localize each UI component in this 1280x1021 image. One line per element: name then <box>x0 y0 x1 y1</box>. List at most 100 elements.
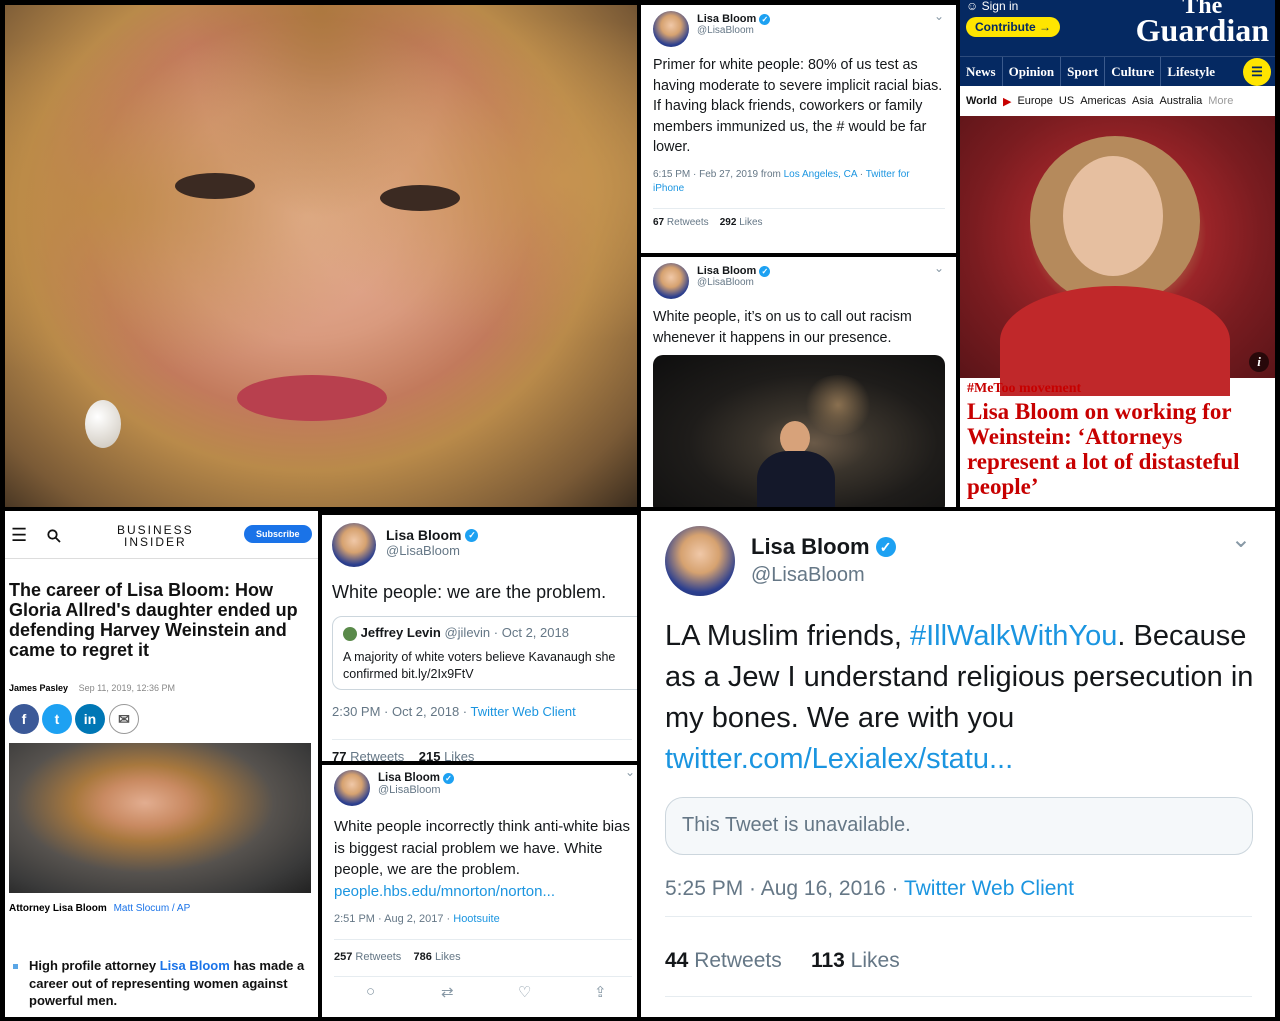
email-share-icon[interactable]: ✉ <box>109 704 139 734</box>
contribute-button[interactable]: Contribute → <box>966 17 1060 37</box>
avatar[interactable] <box>332 523 376 567</box>
subnav-us[interactable]: US <box>1059 95 1074 107</box>
lisa-bloom-link[interactable]: Lisa Bloom <box>160 958 230 973</box>
tweet-muslim-friends: Lisa Bloom ✓ @LisaBloom ⌄ LA Muslim frie… <box>641 511 1275 1017</box>
quoted-tweet[interactable]: Jeffrey Levin @jilevin · Oct 2, 2018 A m… <box>332 616 637 690</box>
quoted-name[interactable]: Jeffrey Levin <box>361 625 441 640</box>
display-name[interactable]: Lisa Bloom <box>751 534 870 560</box>
like-count[interactable]: 113 <box>811 949 845 972</box>
article-photo <box>9 743 311 893</box>
subnav-world[interactable]: World <box>966 95 997 107</box>
article-kicker[interactable]: #MeToo movement <box>967 381 1081 397</box>
like-count[interactable]: 215 <box>419 749 441 761</box>
article-headline: The career of Lisa Bloom: How Gloria All… <box>9 580 298 660</box>
divider-2 <box>665 996 1252 997</box>
display-name[interactable]: Lisa Bloom <box>697 13 756 25</box>
hashtag-link[interactable]: #IllWalkWithYou <box>910 620 1117 652</box>
like-count[interactable]: 292 <box>720 217 737 228</box>
nav-opinion[interactable]: Opinion <box>1003 57 1062 87</box>
hamburger-menu-icon[interactable]: ☰ <box>11 525 27 546</box>
subscribe-button[interactable]: Subscribe <box>244 525 312 543</box>
article-summary: High profile attorney Lisa Bloom has mad… <box>29 958 305 1008</box>
subnav-asia[interactable]: Asia <box>1132 95 1153 107</box>
handle[interactable]: @LisaBloom <box>697 277 770 288</box>
retweets-label: Retweets <box>666 217 709 228</box>
client-link[interactable]: Twitter Web Client <box>904 877 1074 900</box>
search-icon[interactable] <box>47 529 61 543</box>
location-link[interactable]: Los Angeles, CA <box>784 169 857 180</box>
quoted-text: A majority of white voters believe Kavan… <box>343 650 616 681</box>
verified-icon: ✓ <box>465 528 479 542</box>
retweet-count[interactable]: 77 <box>332 749 346 761</box>
tweet-stats: 77 Retweets 215 Likes <box>332 749 474 761</box>
timestamp[interactable]: 2:51 PM · Aug 2, 2017 · <box>334 913 453 925</box>
retweet-count[interactable]: 44 <box>665 949 688 972</box>
bullet-marker <box>13 964 18 969</box>
reply-icon[interactable]: ○ <box>366 983 375 1000</box>
subnav-europe[interactable]: Europe <box>1017 95 1052 107</box>
handle[interactable]: @LisaBloom <box>697 25 770 36</box>
retweet-count[interactable]: 257 <box>334 951 352 963</box>
publish-date: Sep 11, 2019, 12:36 PM <box>78 683 175 693</box>
guardian-nav: News Opinion Sport Culture Lifestyle ☰ <box>960 56 1275 87</box>
header-divider <box>5 558 318 559</box>
retweets-label: Retweets <box>355 951 402 963</box>
subnav-more[interactable]: More <box>1208 95 1233 107</box>
share-icon[interactable]: ⇪ <box>594 983 607 1001</box>
twitter-share-icon[interactable]: t <box>42 704 72 734</box>
timestamp[interactable]: 6:15 PM · Feb 27, 2019 from <box>653 169 784 180</box>
business-insider-logo[interactable]: BUSINESS INSIDER <box>117 524 194 548</box>
client-link[interactable]: Twitter Web Client <box>471 704 576 719</box>
nav-sport[interactable]: Sport <box>1061 57 1106 87</box>
handle[interactable]: @LisaBloom <box>751 564 896 587</box>
display-name[interactable]: Lisa Bloom <box>386 527 461 543</box>
client-link[interactable]: Hootsuite <box>453 913 499 925</box>
avatar[interactable] <box>653 11 689 47</box>
menu-icon[interactable]: ☰ <box>1243 58 1271 86</box>
subnav-americas[interactable]: Americas <box>1080 95 1126 107</box>
timestamp[interactable]: 5:25 PM · Aug 16, 2016 · <box>665 877 904 900</box>
handle[interactable]: @LisaBloom <box>386 543 478 558</box>
tweet-meta: 6:15 PM · Feb 27, 2019 from Los Angeles,… <box>653 168 943 196</box>
info-icon[interactable]: i <box>1249 352 1269 372</box>
unavailable-text: This Tweet is unavailable. <box>682 814 911 836</box>
chevron-down-icon[interactable]: ⌄ <box>1231 525 1251 554</box>
author-name[interactable]: James Pasley <box>9 683 68 693</box>
avatar[interactable] <box>665 526 735 596</box>
handle[interactable]: @LisaBloom <box>378 784 454 796</box>
retweet-icon[interactable]: ⇄ <box>441 983 454 1001</box>
avatar[interactable] <box>653 263 689 299</box>
sign-in-link[interactable]: ☺ Sign in <box>966 0 1018 13</box>
tweet-link[interactable]: twitter.com/Lexialex/statu... <box>665 743 1013 775</box>
subnav-arrow-icon: ▶ <box>1002 95 1012 108</box>
display-name[interactable]: Lisa Bloom <box>378 772 440 784</box>
quoted-handle[interactable]: @jilevin <box>444 625 490 640</box>
nav-news[interactable]: News <box>960 57 1003 87</box>
display-name[interactable]: Lisa Bloom <box>697 265 756 277</box>
photo-caption: Attorney Lisa Bloom Matt Slocum / AP <box>9 903 190 914</box>
chevron-down-icon[interactable]: ⌄ <box>934 261 944 275</box>
unavailable-quote[interactable]: This Tweet is unavailable. <box>665 797 1253 855</box>
nav-lifestyle[interactable]: Lifestyle <box>1161 57 1221 87</box>
tweet-link[interactable]: people.hbs.edu/mnorton/norton... <box>334 883 555 900</box>
retweets-label: Retweets <box>350 749 405 761</box>
timestamp[interactable]: 2:30 PM · Oct 2, 2018 · <box>332 704 471 719</box>
facebook-share-icon[interactable]: f <box>9 704 39 734</box>
article-headline[interactable]: Lisa Bloom on working for Weinstein: ‘At… <box>967 399 1267 499</box>
avatar[interactable] <box>334 770 370 806</box>
media-lamp <box>803 375 873 435</box>
tweet-text: Primer for white people: 80% of us test … <box>653 57 943 155</box>
nav-culture[interactable]: Culture <box>1105 57 1162 87</box>
subnav-australia[interactable]: Australia <box>1159 95 1202 107</box>
tweet-media-image[interactable] <box>653 355 945 507</box>
guardian-logo[interactable]: The Guardian <box>1136 0 1269 46</box>
linkedin-share-icon[interactable]: in <box>75 704 105 734</box>
tweet-text: LA Muslim friends, #IllWalkWithYou. Beca… <box>665 620 1254 775</box>
photo-credit[interactable]: Matt Slocum / AP <box>114 903 191 914</box>
retweet-count[interactable]: 67 <box>653 217 664 228</box>
chevron-down-icon[interactable]: ⌄ <box>934 9 944 23</box>
like-count[interactable]: 786 <box>414 951 432 963</box>
quoted-avatar[interactable] <box>343 626 357 641</box>
like-icon[interactable]: ♡ <box>518 983 531 1001</box>
chevron-down-icon[interactable]: ⌄ <box>625 765 635 779</box>
